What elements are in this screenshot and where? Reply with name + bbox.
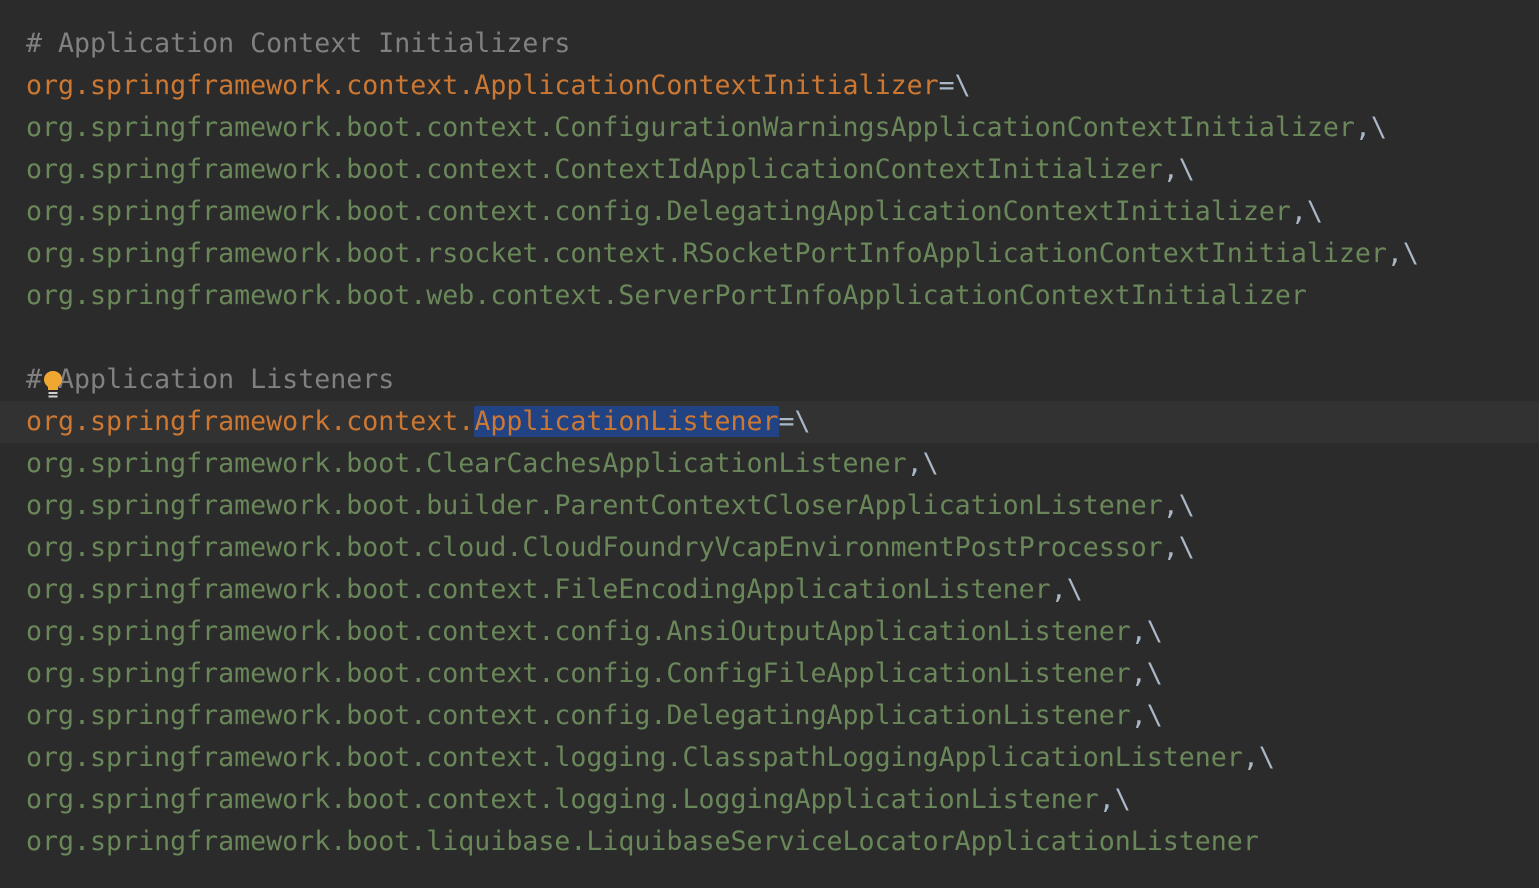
property-value: org.springframework.boot.context.config.… xyxy=(26,700,1131,731)
selected-text[interactable]: ApplicationListener xyxy=(474,406,779,437)
property-value: org.springframework.boot.builder.ParentC… xyxy=(26,490,1163,521)
code-line-2[interactable]: org.springframework.context.ApplicationC… xyxy=(0,65,1539,107)
operator: ,\ xyxy=(1130,700,1163,731)
operator: ,\ xyxy=(1162,154,1195,185)
operator: ,\ xyxy=(1386,238,1419,269)
code-line-4[interactable]: org.springframework.boot.context.Context… xyxy=(0,149,1539,191)
code-line-3[interactable]: org.springframework.boot.context.Configu… xyxy=(0,107,1539,149)
property-value: org.springframework.boot.ClearCachesAppl… xyxy=(26,448,907,479)
operator: ,\ xyxy=(1130,658,1163,689)
code-line-20[interactable]: org.springframework.boot.liquibase.Liqui… xyxy=(0,821,1539,863)
code-line-9[interactable]: # Application Listeners xyxy=(0,359,1539,401)
code-line-7[interactable]: org.springframework.boot.web.context.Ser… xyxy=(0,275,1539,317)
property-value: org.springframework.boot.context.Configu… xyxy=(26,112,1355,143)
code-line-13[interactable]: org.springframework.boot.cloud.CloudFoun… xyxy=(0,527,1539,569)
property-value: org.springframework.boot.context.config.… xyxy=(26,196,1291,227)
property-value: org.springframework.boot.liquibase.Liqui… xyxy=(26,826,1259,857)
code-line-5[interactable]: org.springframework.boot.context.config.… xyxy=(0,191,1539,233)
property-key: org.springframework.context.ApplicationC… xyxy=(26,70,939,101)
property-value: org.springframework.boot.context.FileEnc… xyxy=(26,574,1051,605)
property-value: org.springframework.boot.web.context.Ser… xyxy=(26,280,1307,311)
property-value: org.springframework.boot.context.logging… xyxy=(26,742,1243,773)
code-line-12[interactable]: org.springframework.boot.builder.ParentC… xyxy=(0,485,1539,527)
code-line-18[interactable]: org.springframework.boot.context.logging… xyxy=(0,737,1539,779)
code-line-11[interactable]: org.springframework.boot.ClearCachesAppl… xyxy=(0,443,1539,485)
operator: ,\ xyxy=(1290,196,1323,227)
code-line-17[interactable]: org.springframework.boot.context.config.… xyxy=(0,695,1539,737)
code-line-10-current[interactable]: org.springframework.context.ApplicationL… xyxy=(0,401,1539,443)
operator: ,\ xyxy=(1162,532,1195,563)
operator: =\ xyxy=(938,70,971,101)
property-key: org.springframework.context. xyxy=(26,406,475,437)
operator: ,\ xyxy=(906,448,939,479)
code-line-6[interactable]: org.springframework.boot.rsocket.context… xyxy=(0,233,1539,275)
operator: ,\ xyxy=(1098,784,1131,815)
operator: ,\ xyxy=(1050,574,1083,605)
code-line-19[interactable]: org.springframework.boot.context.logging… xyxy=(0,779,1539,821)
property-value: org.springframework.boot.cloud.CloudFoun… xyxy=(26,532,1163,563)
lightbulb-icon[interactable] xyxy=(43,370,63,400)
comment-hash: # xyxy=(26,364,43,395)
operator: ,\ xyxy=(1242,742,1275,773)
operator: ,\ xyxy=(1354,112,1387,143)
code-editor[interactable]: # Application Context Initializers org.s… xyxy=(0,0,1539,888)
code-line-14[interactable]: org.springframework.boot.context.FileEnc… xyxy=(0,569,1539,611)
property-value: org.springframework.boot.context.logging… xyxy=(26,784,1099,815)
operator: ,\ xyxy=(1162,490,1195,521)
property-value: org.springframework.boot.rsocket.context… xyxy=(26,238,1387,269)
property-value: org.springframework.boot.context.config.… xyxy=(26,658,1131,689)
operator: =\ xyxy=(778,406,811,437)
operator: ,\ xyxy=(1130,616,1163,647)
code-line-1[interactable]: # Application Context Initializers xyxy=(0,23,1539,65)
property-value: org.springframework.boot.context.config.… xyxy=(26,616,1131,647)
property-value: org.springframework.boot.context.Context… xyxy=(26,154,1163,185)
code-line-16[interactable]: org.springframework.boot.context.config.… xyxy=(0,653,1539,695)
code-line-15[interactable]: org.springframework.boot.context.config.… xyxy=(0,611,1539,653)
code-line-8-blank[interactable] xyxy=(0,317,1539,359)
comment-text: # Application Context Initializers xyxy=(26,28,571,59)
comment-text: Application Listeners xyxy=(58,364,395,395)
